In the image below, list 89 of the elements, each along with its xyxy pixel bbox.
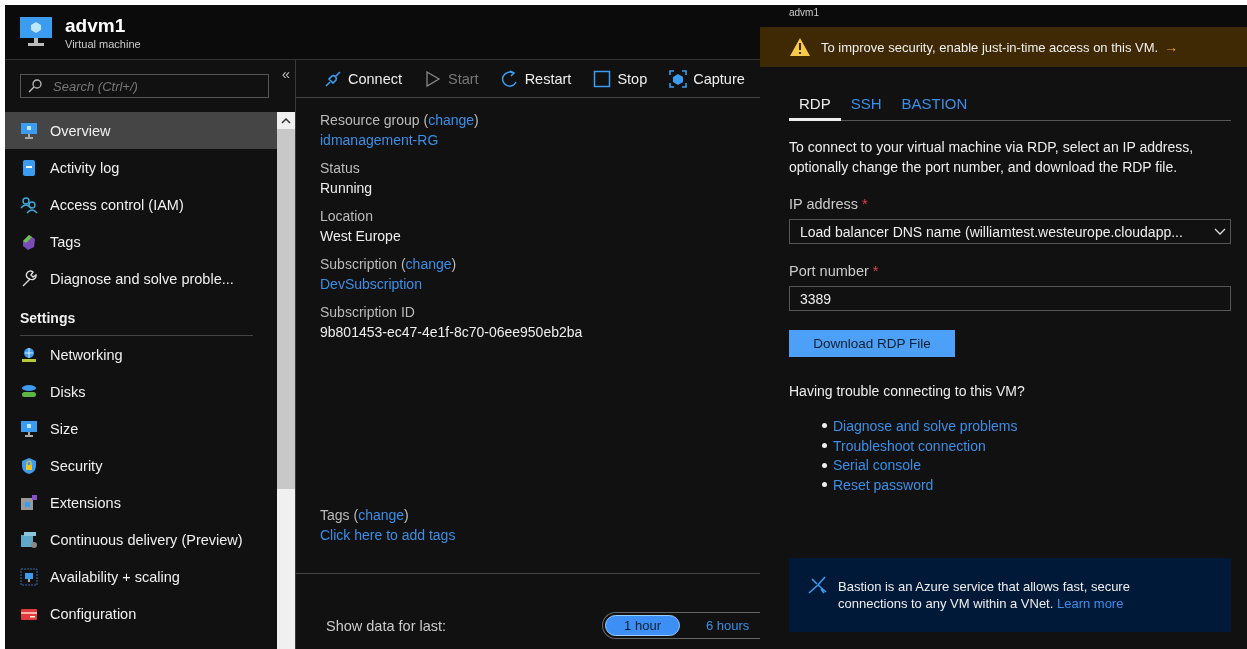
- search-icon: [28, 79, 42, 93]
- required-mark: *: [862, 196, 868, 212]
- port-number-field[interactable]: 3389: [789, 286, 1231, 311]
- toolbar-button[interactable]: Connect: [324, 69, 402, 88]
- field-label: Port number *: [789, 263, 880, 279]
- trouble-heading: Having trouble connecting to this VM?: [789, 383, 1026, 399]
- bullet-icon: [822, 482, 827, 488]
- required-mark: *: [872, 263, 879, 279]
- sidebar-item[interactable]: Access control (IAM): [5, 186, 277, 223]
- banner-text: To improve security, enable just-in-time access on this VM.: [821, 39, 1159, 55]
- property-label: Subscription (change): [320, 255, 458, 274]
- monitor-icon: [20, 419, 38, 438]
- property-label: Status: [320, 159, 361, 178]
- bastion-icon: [808, 575, 828, 594]
- panel-title: advm1: [760, 5, 1247, 27]
- toolbar-button[interactable]: Restart: [500, 69, 572, 88]
- change-link[interactable]: change: [405, 256, 452, 272]
- tab[interactable]: RDP: [789, 95, 841, 121]
- tab[interactable]: BASTION: [891, 95, 978, 121]
- collapse-button[interactable]: «: [281, 60, 291, 112]
- property-link[interactable]: DevSubscription: [320, 274, 760, 294]
- time-range-option[interactable]: 6 hours: [687, 615, 760, 636]
- bullet-icon: [822, 443, 827, 449]
- bullet-icon: [822, 462, 827, 468]
- search-field[interactable]: Search (Ctrl+/): [20, 74, 269, 98]
- tab[interactable]: SSH: [840, 95, 892, 121]
- property-value: West Europe: [320, 227, 402, 246]
- chevron-down-icon: [1214, 227, 1226, 236]
- description-text: To connect to your virtual machine via RDP, select an IP address, optionally change the port number, and download the RDP file.: [789, 138, 1195, 177]
- document-icon: [20, 158, 38, 177]
- help-link[interactable]: Diagnose and solve problems: [833, 417, 1018, 434]
- sidebar-item[interactable]: Configuration: [5, 595, 277, 632]
- download-rdp-button[interactable]: Download RDP File: [789, 330, 955, 357]
- scaling-icon: [20, 567, 38, 586]
- capture-icon: [669, 69, 688, 88]
- extensions-icon: [20, 493, 38, 512]
- sidebar-item[interactable]: Security: [5, 447, 277, 484]
- stop-icon: [593, 69, 612, 88]
- property-value: 9b801453-ec47-4e1f-8c70-06ee950eb2ba: [320, 323, 584, 342]
- sidebar-item[interactable]: Overview: [5, 112, 277, 149]
- sidebar-item[interactable]: Size: [5, 410, 277, 447]
- plug-icon: [324, 69, 342, 88]
- help-link[interactable]: Troubleshoot connection: [833, 437, 986, 454]
- property-link[interactable]: idmanagement-RG: [320, 130, 760, 150]
- bullet-icon: [822, 423, 827, 429]
- virtual-machine-icon: [19, 15, 53, 49]
- field-label: IP address *: [789, 196, 869, 212]
- time-range-label: Show data for last:: [326, 617, 447, 634]
- help-link[interactable]: Serial console: [833, 457, 921, 474]
- toolbar-button[interactable]: Capture: [669, 69, 745, 88]
- sidebar-item[interactable]: Disks: [5, 373, 277, 410]
- property-label: Tags (change): [320, 506, 410, 525]
- restart-icon: [500, 69, 519, 88]
- info-text: Bastion is an Azure service that allows fast, secure connections to any VM within a VNet. Learn more: [838, 577, 1131, 612]
- property-label: Subscription ID: [320, 303, 416, 322]
- section-heading: Settings: [19, 309, 77, 328]
- sidebar-item[interactable]: Availability + scaling: [5, 558, 277, 595]
- property-value: Running: [320, 179, 374, 198]
- help-link[interactable]: Reset password: [833, 476, 934, 493]
- scroll-up-icon: [281, 118, 291, 124]
- scrollbar[interactable]: [277, 112, 295, 649]
- resource-subtitle: Virtual machine: [65, 37, 141, 50]
- sidebar-item[interactable]: Continuous delivery (Preview): [5, 521, 277, 558]
- resource-title: advm1: [65, 14, 127, 37]
- sidebar-item[interactable]: Extensions: [5, 484, 277, 521]
- property-label: Location: [320, 207, 374, 226]
- package-icon: [20, 530, 38, 549]
- sidebar-item[interactable]: Diagnose and solve proble...: [5, 260, 277, 297]
- change-link[interactable]: change: [428, 112, 475, 128]
- shield-icon: [20, 456, 38, 475]
- monitor-icon: [20, 121, 38, 140]
- time-range-option[interactable]: 1 hour: [605, 615, 680, 636]
- learn-more-link[interactable]: Learn more: [1056, 595, 1124, 611]
- people-icon: [20, 195, 38, 214]
- sidebar-item[interactable]: Tags: [5, 223, 277, 260]
- property-label: Resource group (change): [320, 111, 480, 130]
- arrow-icon: →: [1164, 39, 1179, 55]
- add-tags-link[interactable]: Click here to add tags: [320, 525, 760, 545]
- sidebar-item[interactable]: Networking: [5, 336, 277, 373]
- sidebar-item[interactable]: Activity log: [5, 149, 277, 186]
- network-icon: [20, 345, 38, 364]
- play-icon: [424, 69, 442, 88]
- change-link[interactable]: change: [358, 507, 405, 523]
- tag-icon: [20, 232, 38, 251]
- warning-icon: [789, 37, 811, 57]
- ip-address-dropdown[interactable]: Load balancer DNS name (williamtest.westeurope.cloudapp...: [789, 219, 1231, 244]
- warning-banner[interactable]: To improve security, enable just-in-time access on this VM. →: [760, 27, 1247, 67]
- toolbar-button[interactable]: Stop: [593, 69, 648, 88]
- wrench-icon: [20, 269, 38, 288]
